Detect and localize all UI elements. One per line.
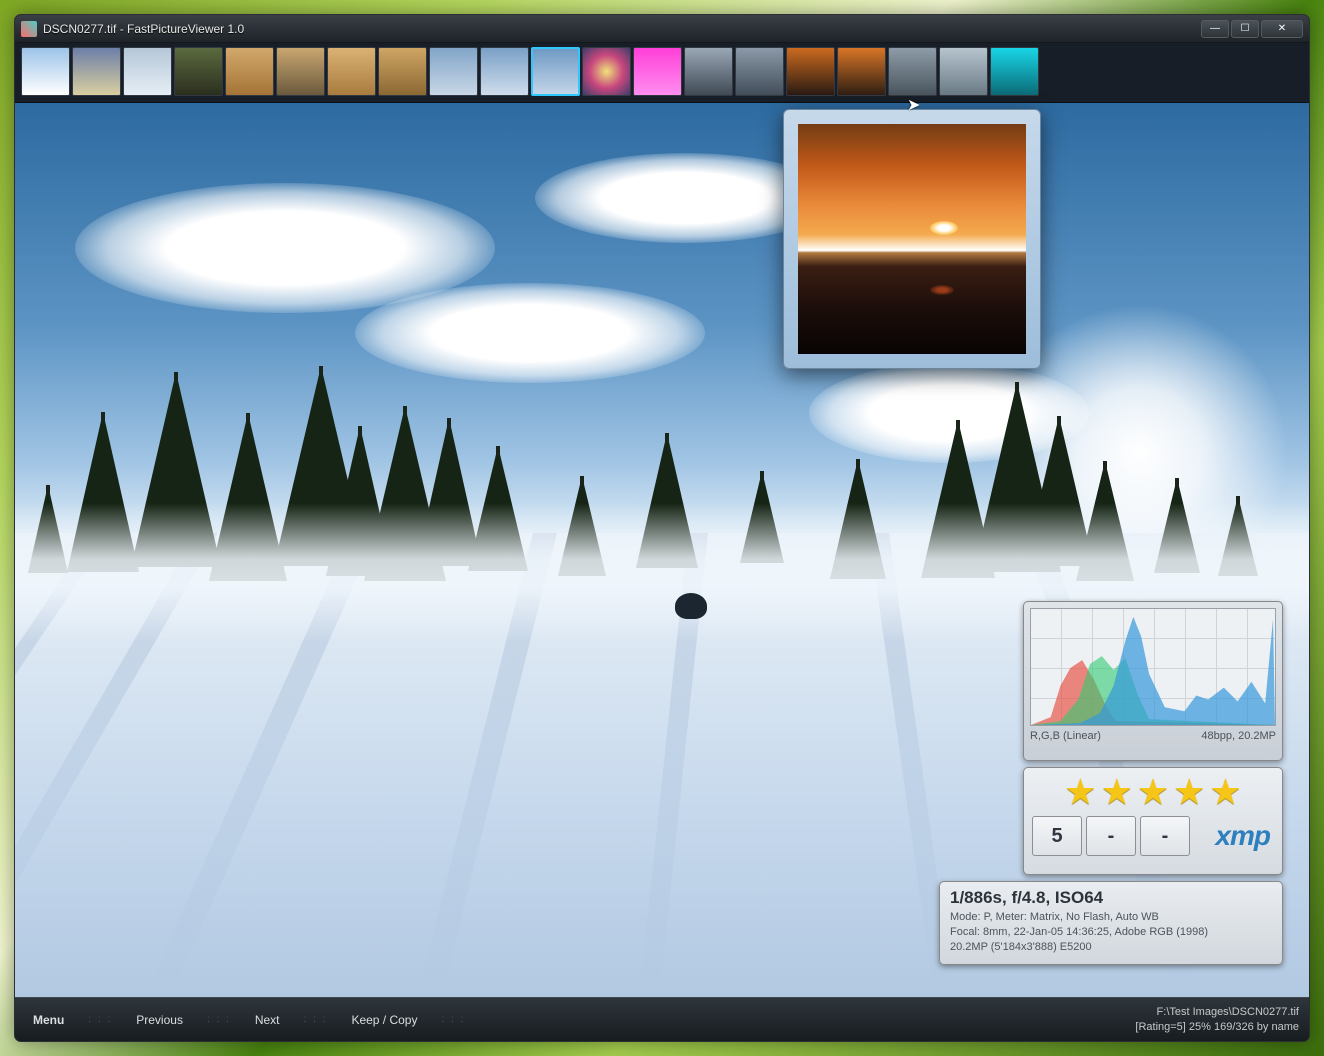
preview-image: [798, 124, 1026, 354]
thumbnail[interactable]: [174, 47, 223, 96]
exif-line-2: Focal: 8mm, 22-Jan-05 14:36:25, Adobe RG…: [950, 925, 1272, 940]
star-5[interactable]: ★: [1209, 774, 1241, 810]
star-row: ★ ★ ★ ★ ★: [1032, 774, 1274, 810]
histogram-mode-label: R,G,B (Linear): [1030, 730, 1101, 742]
thumbnail[interactable]: [276, 47, 325, 96]
thumbnail[interactable]: [888, 47, 937, 96]
file-path-label: F:\Test Images\DSCN0277.tif: [1135, 1005, 1299, 1020]
next-button[interactable]: Next: [247, 1009, 288, 1031]
thumbnail[interactable]: [582, 47, 631, 96]
exif-line-1: Mode: P, Meter: Matrix, No Flash, Auto W…: [950, 910, 1272, 925]
separator-icon: : : :: [304, 1014, 328, 1025]
exif-line-3: 20.2MP (5'184x3'888) E5200: [950, 940, 1272, 955]
histogram-panel[interactable]: R,G,B (Linear) 48bpp, 20.2MP: [1023, 601, 1283, 761]
close-button[interactable]: ✕: [1261, 20, 1303, 38]
reserved-box[interactable]: -: [1140, 816, 1190, 856]
star-1[interactable]: ★: [1064, 774, 1096, 810]
thumbnail[interactable]: [531, 47, 580, 96]
menu-button[interactable]: Menu: [25, 1009, 72, 1031]
thumbnail[interactable]: [429, 47, 478, 96]
star-2[interactable]: ★: [1101, 774, 1133, 810]
thumbnail-strip[interactable]: [15, 43, 1309, 103]
separator-icon: : : :: [441, 1014, 465, 1025]
rating-value-box[interactable]: 5: [1032, 816, 1082, 856]
thumbnail[interactable]: [327, 47, 376, 96]
thumbnail[interactable]: [684, 47, 733, 96]
exif-headline: 1/886s, f/4.8, ISO64: [950, 888, 1272, 908]
separator-icon: : : :: [88, 1014, 112, 1025]
thumbnail[interactable]: [990, 47, 1039, 96]
thumbnail[interactable]: [480, 47, 529, 96]
histogram-info-label: 48bpp, 20.2MP: [1201, 730, 1276, 742]
separator-icon: : : :: [207, 1014, 231, 1025]
thumbnail[interactable]: [837, 47, 886, 96]
app-icon: [21, 21, 37, 37]
keep-copy-button[interactable]: Keep / Copy: [343, 1009, 425, 1031]
status-label: [Rating=5] 25% 169/326 by name: [1135, 1020, 1299, 1035]
thumbnail[interactable]: [225, 47, 274, 96]
previous-button[interactable]: Previous: [128, 1009, 191, 1031]
window-title: DSCN0277.tif - FastPictureViewer 1.0: [43, 22, 1201, 36]
rating-panel: ★ ★ ★ ★ ★ 5 - - xmp: [1023, 767, 1283, 875]
thumbnail[interactable]: [378, 47, 427, 96]
thumbnail[interactable]: [939, 47, 988, 96]
thumbnail-preview-popup: [783, 109, 1041, 369]
thumbnail[interactable]: [21, 47, 70, 96]
color-label-box[interactable]: -: [1086, 816, 1136, 856]
xmp-label: xmp: [1194, 820, 1274, 852]
thumbnail[interactable]: [786, 47, 835, 96]
histogram-canvas: [1030, 608, 1276, 726]
thumbnail[interactable]: [735, 47, 784, 96]
titlebar: DSCN0277.tif - FastPictureViewer 1.0 — ☐…: [15, 15, 1309, 43]
app-window: DSCN0277.tif - FastPictureViewer 1.0 — ☐…: [14, 14, 1310, 1042]
thumbnail[interactable]: [72, 47, 121, 96]
bottom-toolbar: Menu : : : Previous : : : Next : : : Kee…: [15, 997, 1309, 1041]
exif-panel: 1/886s, f/4.8, ISO64 Mode: P, Meter: Mat…: [939, 881, 1283, 965]
star-3[interactable]: ★: [1137, 774, 1169, 810]
maximize-button[interactable]: ☐: [1231, 20, 1259, 38]
star-4[interactable]: ★: [1173, 774, 1205, 810]
minimize-button[interactable]: —: [1201, 20, 1229, 38]
thumbnail[interactable]: [633, 47, 682, 96]
thumbnail[interactable]: [123, 47, 172, 96]
